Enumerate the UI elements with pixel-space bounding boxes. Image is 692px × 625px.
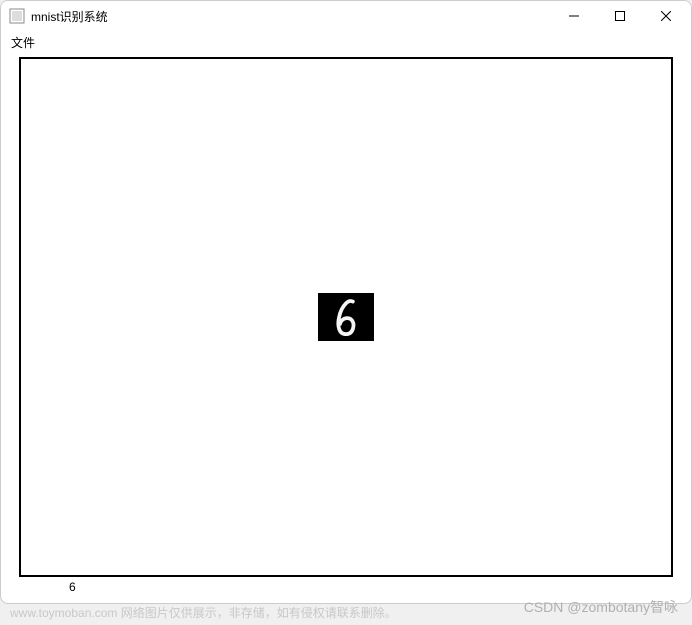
- menubar: 文件: [1, 31, 691, 53]
- titlebar: mnist识别系统: [1, 1, 691, 31]
- window-title: mnist识别系统: [31, 8, 551, 25]
- close-button[interactable]: [643, 1, 689, 31]
- prediction-result: 6: [69, 580, 76, 594]
- result-row: 6: [19, 577, 673, 597]
- window-controls: [551, 1, 689, 31]
- menu-file[interactable]: 文件: [5, 32, 41, 53]
- minimize-button[interactable]: [551, 1, 597, 31]
- content-area: 6: [1, 53, 691, 603]
- watermark-left: www.toymoban.com 网络图片仅供展示，非存储，如有侵权请联系删除。: [10, 604, 397, 621]
- image-display-frame: [19, 57, 673, 577]
- mnist-digit-image: [318, 293, 374, 341]
- app-icon: [9, 8, 25, 24]
- app-window: mnist识别系统 文件 6: [0, 0, 692, 604]
- maximize-button[interactable]: [597, 1, 643, 31]
- watermark-right: CSDN @zombotany智咏: [524, 597, 678, 617]
